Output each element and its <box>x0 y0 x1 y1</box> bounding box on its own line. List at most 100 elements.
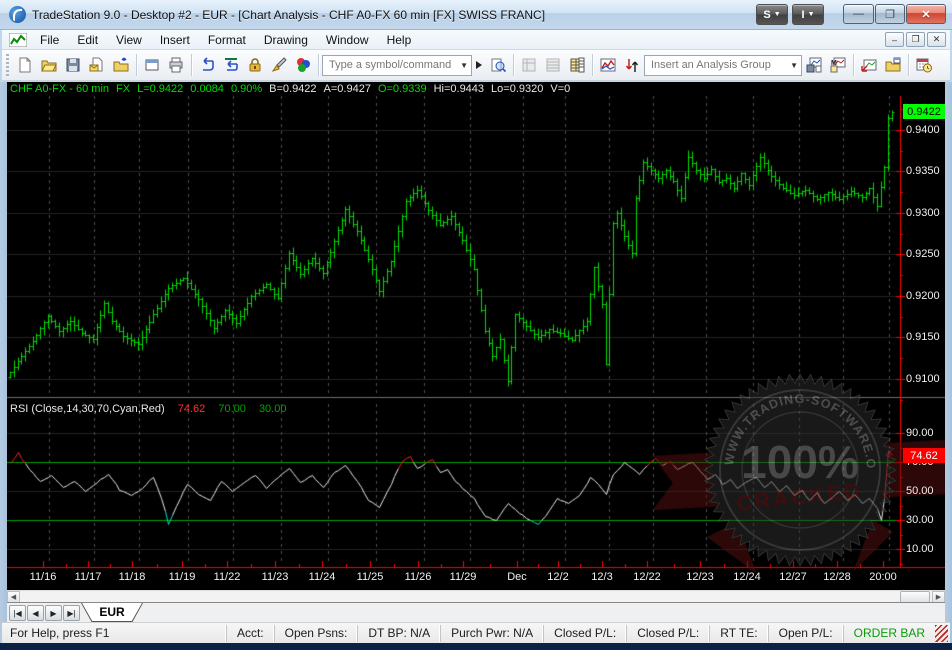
horizontal-scrollbar[interactable]: ◀ ▶ <box>7 590 945 602</box>
last-price-tag: 0.9422 <box>903 104 945 119</box>
prev-tab-button[interactable]: ◀ <box>27 605 44 621</box>
rsi-value-tag: 74.62 <box>903 448 945 463</box>
tab-eur-label: EUR <box>82 603 142 621</box>
time-axis-label: 11/18 <box>119 571 146 583</box>
chevron-down-icon: ▼ <box>774 11 781 18</box>
grid-window-icon <box>521 57 537 73</box>
first-tab-button[interactable]: |◀ <box>9 605 26 621</box>
folder-window-icon <box>885 57 901 73</box>
time-axis-label: 11/23 <box>262 571 289 583</box>
session-hours-button[interactable] <box>912 53 936 77</box>
quote-field: A=0.9427 <box>324 83 371 95</box>
format-painter-button[interactable] <box>267 53 291 77</box>
manage-analysis-group-button[interactable]: M <box>826 53 850 77</box>
symbol-lookup-button[interactable] <box>486 53 510 77</box>
page-envelope-icon <box>89 57 105 73</box>
price-axis-label: 0.9100 <box>906 373 940 385</box>
resize-grip[interactable] <box>935 625 948 642</box>
quote-field: O=0.9339 <box>378 83 427 95</box>
menu-file[interactable]: File <box>31 31 68 49</box>
quote-field: V=0 <box>550 83 570 95</box>
close-button[interactable]: ✕ <box>906 4 946 24</box>
list-window-icon <box>545 57 561 73</box>
indicator-menu-button[interactable]: I▼ <box>792 4 824 25</box>
save-icon <box>65 57 81 73</box>
back-history-button[interactable] <box>219 53 243 77</box>
maximize-button[interactable]: ❐ <box>875 4 905 24</box>
save-analysis-group-button[interactable] <box>802 53 826 77</box>
quote-field: FX <box>116 83 130 95</box>
format-window-button[interactable] <box>881 53 905 77</box>
strategy-menu-button[interactable]: S▼ <box>756 4 788 25</box>
window-icon <box>144 57 160 73</box>
chart-style-button[interactable] <box>596 53 620 77</box>
status-closed-pl-2: Closed P/L: <box>626 625 709 642</box>
menu-help[interactable]: Help <box>378 31 421 49</box>
chart-stack-m-icon: M <box>830 57 846 73</box>
window-title: TradeStation 9.0 - Desktop #2 - EUR - [C… <box>32 8 545 22</box>
back-button[interactable] <box>195 53 219 77</box>
menu-window[interactable]: Window <box>317 31 378 49</box>
price-axis-label: 0.9350 <box>906 165 940 177</box>
new-workspace-button[interactable] <box>13 53 37 77</box>
time-axis-label: 11/25 <box>357 571 384 583</box>
sort-bars-button[interactable] <box>620 53 644 77</box>
format-symbol-button[interactable] <box>857 53 881 77</box>
menu-drawing[interactable]: Drawing <box>255 31 317 49</box>
quote-board-button[interactable] <box>565 53 589 77</box>
status-rt-te: RT TE: <box>709 625 767 642</box>
print-button[interactable] <box>164 53 188 77</box>
price-rsi-canvas[interactable] <box>7 82 945 590</box>
quote-field: Hi=0.9443 <box>434 83 484 95</box>
collect-window-button[interactable] <box>109 53 133 77</box>
chevron-down-icon: ▼ <box>454 61 468 70</box>
brush-icon <box>271 57 287 73</box>
window-left-border <box>0 82 7 643</box>
time-axis-label: 12/28 <box>823 571 851 583</box>
new-window-button[interactable] <box>140 53 164 77</box>
quote-field: Lo=0.9320 <box>491 83 543 95</box>
menu-edit[interactable]: Edit <box>68 31 107 49</box>
menu-insert[interactable]: Insert <box>151 31 199 49</box>
colors-button[interactable] <box>291 53 315 77</box>
calendar-clock-icon <box>916 57 932 73</box>
matrix-window-button[interactable] <box>517 53 541 77</box>
menu-view[interactable]: View <box>107 31 151 49</box>
quote-field: L=0.9422 <box>137 83 183 95</box>
chart-line-icon <box>600 57 616 73</box>
radar-window-button[interactable] <box>541 53 565 77</box>
time-axis-label: 11/19 <box>169 571 196 583</box>
tab-eur[interactable]: EUR <box>81 603 143 622</box>
status-account: Acct: <box>226 625 274 642</box>
child-minimize-button[interactable]: – <box>885 32 904 47</box>
rsi-axis-label: 50.00 <box>906 485 934 497</box>
menu-format[interactable]: Format <box>199 31 255 49</box>
send-page-button[interactable] <box>85 53 109 77</box>
colors-icon <box>295 57 311 73</box>
lock-button[interactable] <box>243 53 267 77</box>
symbol-command-input[interactable]: Type a symbol/command ▼ <box>322 55 472 76</box>
toolbar-grip[interactable] <box>6 54 9 76</box>
analysis-combo-placeholder: Insert an Analysis Group <box>651 59 771 71</box>
child-close-button[interactable]: ✕ <box>927 32 946 47</box>
minimize-button[interactable]: — <box>843 4 874 24</box>
time-axis-label: 11/17 <box>75 571 102 583</box>
chart-area[interactable]: WWW.TRADING-SOFTWARE.ORG100%CRACKED CHF … <box>7 82 945 590</box>
time-axis-label: 12/24 <box>733 571 761 583</box>
child-restore-button[interactable]: ❐ <box>906 32 925 47</box>
time-axis-label: 11/24 <box>309 571 336 583</box>
time-axis-label: 20:00 <box>869 571 897 583</box>
search-page-icon <box>490 57 506 73</box>
time-axis-label: 11/16 <box>30 571 57 583</box>
open-folder-icon <box>41 57 57 73</box>
last-tab-button[interactable]: ▶| <box>63 605 80 621</box>
rsi-axis-label: 10.00 <box>906 543 934 555</box>
open-workspace-button[interactable] <box>37 53 61 77</box>
chevron-down-icon: ▼ <box>784 61 798 70</box>
analysis-group-select[interactable]: Insert an Analysis Group ▼ <box>644 55 802 76</box>
order-bar-toggle[interactable]: ORDER BAR <box>843 625 935 642</box>
save-all-button[interactable] <box>61 53 85 77</box>
run-command-button[interactable] <box>472 53 486 77</box>
chart-stack-save-icon <box>806 57 822 73</box>
next-tab-button[interactable]: ▶ <box>45 605 62 621</box>
